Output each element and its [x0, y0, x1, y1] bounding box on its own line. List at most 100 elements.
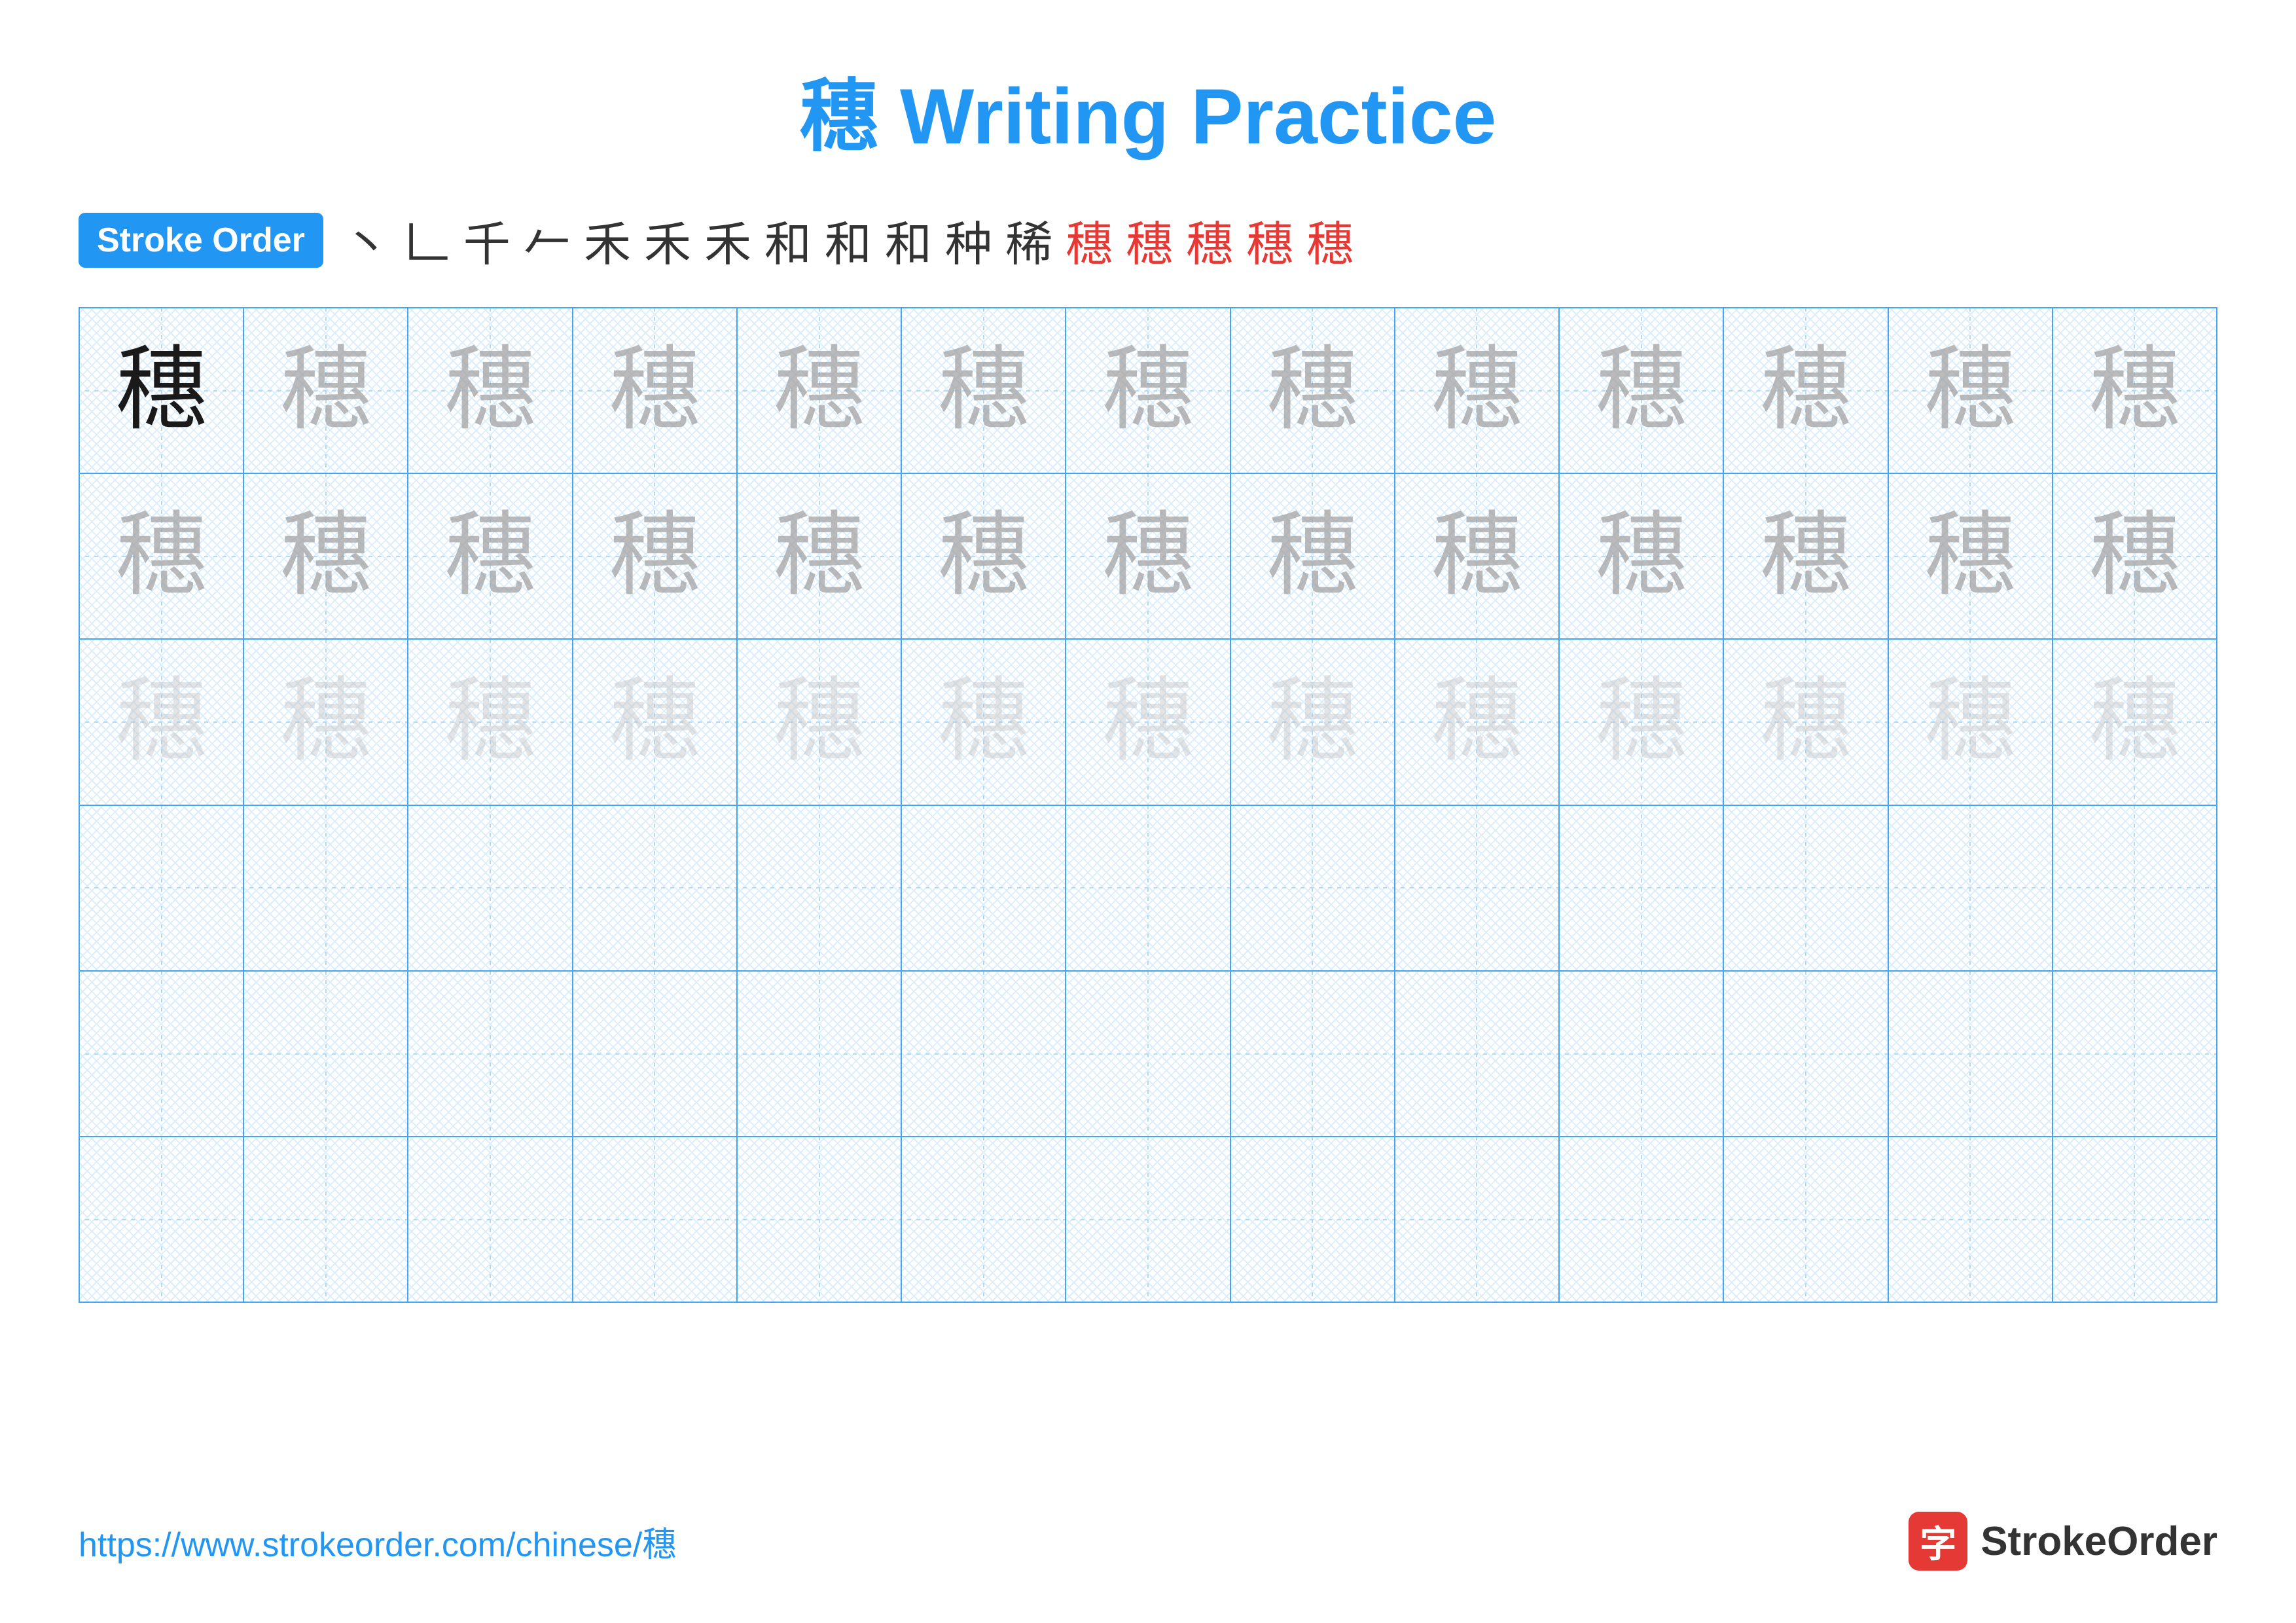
grid-cell-2-2[interactable]: 穗 [408, 640, 573, 804]
grid-cell-4-5[interactable] [902, 972, 1066, 1136]
grid-cell-2-11[interactable]: 穗 [1889, 640, 2053, 804]
cell-char-2-5: 穗 [938, 676, 1030, 768]
cell-char-2-9: 穗 [1596, 676, 1687, 768]
grid-cell-3-11[interactable] [1889, 806, 2053, 970]
grid-cell-0-0[interactable]: 穗 [80, 308, 244, 473]
grid-cell-4-12[interactable] [2053, 972, 2216, 1136]
grid-cell-5-7[interactable] [1231, 1137, 1395, 1302]
cell-char-1-6: 穗 [1102, 511, 1194, 602]
grid-cell-0-1[interactable]: 穗 [244, 308, 408, 473]
grid-cell-0-5[interactable]: 穗 [902, 308, 1066, 473]
page: 穗 Writing Practice Stroke Order 丶𠃊千𠂉禾禾禾和… [0, 0, 2296, 1623]
grid-cell-0-7[interactable]: 穗 [1231, 308, 1395, 473]
grid-cell-3-3[interactable] [573, 806, 738, 970]
grid-cell-4-8[interactable] [1395, 972, 1560, 1136]
grid-cell-3-8[interactable] [1395, 806, 1560, 970]
stroke-char-16: 穗 [1306, 206, 1354, 274]
grid-cell-2-0[interactable]: 穗 [80, 640, 244, 804]
grid-cell-0-3[interactable]: 穗 [573, 308, 738, 473]
grid-cell-2-8[interactable]: 穗 [1395, 640, 1560, 804]
grid-cell-0-2[interactable]: 穗 [408, 308, 573, 473]
grid-cell-2-12[interactable]: 穗 [2053, 640, 2216, 804]
grid-cell-1-5[interactable]: 穗 [902, 474, 1066, 638]
cell-char-0-6: 穗 [1102, 345, 1194, 437]
grid-cell-2-10[interactable]: 穗 [1724, 640, 1888, 804]
grid-cell-2-4[interactable]: 穗 [738, 640, 902, 804]
grid-cell-2-3[interactable]: 穗 [573, 640, 738, 804]
grid-cell-1-6[interactable]: 穗 [1066, 474, 1230, 638]
grid-cell-3-9[interactable] [1560, 806, 1724, 970]
grid-row-5 [80, 1137, 2216, 1302]
stroke-char-2: 千 [463, 206, 511, 274]
grid-cell-3-2[interactable] [408, 806, 573, 970]
grid-cell-1-2[interactable]: 穗 [408, 474, 573, 638]
grid-cell-5-11[interactable] [1889, 1137, 2053, 1302]
grid-cell-1-10[interactable]: 穗 [1724, 474, 1888, 638]
grid-cell-4-10[interactable] [1724, 972, 1888, 1136]
cell-char-2-4: 穗 [774, 676, 865, 768]
grid-cell-2-1[interactable]: 穗 [244, 640, 408, 804]
grid-cell-4-9[interactable] [1560, 972, 1724, 1136]
grid-row-0: 穗穗穗穗穗穗穗穗穗穗穗穗穗 [80, 308, 2216, 474]
stroke-chars-container: 丶𠃊千𠂉禾禾禾和和和种稀穗穗穗穗穗 [343, 206, 1354, 274]
grid-cell-0-6[interactable]: 穗 [1066, 308, 1230, 473]
grid-cell-4-4[interactable] [738, 972, 902, 1136]
grid-cell-2-6[interactable]: 穗 [1066, 640, 1230, 804]
grid-cell-5-3[interactable] [573, 1137, 738, 1302]
cell-char-0-1: 穗 [280, 345, 372, 437]
grid-cell-0-4[interactable]: 穗 [738, 308, 902, 473]
grid-cell-5-8[interactable] [1395, 1137, 1560, 1302]
grid-cell-4-7[interactable] [1231, 972, 1395, 1136]
stroke-char-4: 禾 [584, 206, 631, 274]
grid-cell-0-11[interactable]: 穗 [1889, 308, 2053, 473]
grid-cell-3-1[interactable] [244, 806, 408, 970]
grid-cell-2-9[interactable]: 穗 [1560, 640, 1724, 804]
grid-cell-1-9[interactable]: 穗 [1560, 474, 1724, 638]
cell-char-0-9: 穗 [1596, 345, 1687, 437]
grid-cell-5-12[interactable] [2053, 1137, 2216, 1302]
grid-cell-5-6[interactable] [1066, 1137, 1230, 1302]
grid-cell-3-4[interactable] [738, 806, 902, 970]
grid-cell-1-4[interactable]: 穗 [738, 474, 902, 638]
cell-char-0-0: 穗 [116, 345, 207, 437]
grid-cell-5-4[interactable] [738, 1137, 902, 1302]
grid-cell-3-0[interactable] [80, 806, 244, 970]
grid-cell-5-9[interactable] [1560, 1137, 1724, 1302]
grid-cell-3-5[interactable] [902, 806, 1066, 970]
cell-char-1-11: 穗 [1924, 511, 2016, 602]
grid-cell-2-7[interactable]: 穗 [1231, 640, 1395, 804]
cell-char-2-2: 穗 [444, 676, 536, 768]
grid-cell-4-0[interactable] [80, 972, 244, 1136]
stroke-char-6: 禾 [704, 206, 751, 274]
grid-cell-3-7[interactable] [1231, 806, 1395, 970]
grid-cell-1-12[interactable]: 穗 [2053, 474, 2216, 638]
grid-cell-1-3[interactable]: 穗 [573, 474, 738, 638]
grid-cell-5-10[interactable] [1724, 1137, 1888, 1302]
grid-cell-0-9[interactable]: 穗 [1560, 308, 1724, 473]
grid-cell-0-8[interactable]: 穗 [1395, 308, 1560, 473]
grid-cell-4-11[interactable] [1889, 972, 2053, 1136]
grid-cell-1-11[interactable]: 穗 [1889, 474, 2053, 638]
grid-cell-3-10[interactable] [1724, 806, 1888, 970]
grid-cell-3-6[interactable] [1066, 806, 1230, 970]
grid-cell-5-2[interactable] [408, 1137, 573, 1302]
grid-cell-4-2[interactable] [408, 972, 573, 1136]
grid-cell-3-12[interactable] [2053, 806, 2216, 970]
grid-cell-5-5[interactable] [902, 1137, 1066, 1302]
grid-row-1: 穗穗穗穗穗穗穗穗穗穗穗穗穗 [80, 474, 2216, 640]
footer-url[interactable]: https://www.strokeorder.com/chinese/穗 [79, 1517, 676, 1566]
grid-cell-4-6[interactable] [1066, 972, 1230, 1136]
grid-cell-0-10[interactable]: 穗 [1724, 308, 1888, 473]
grid-cell-1-1[interactable]: 穗 [244, 474, 408, 638]
grid-cell-4-3[interactable] [573, 972, 738, 1136]
grid-cell-2-5[interactable]: 穗 [902, 640, 1066, 804]
grid-cell-1-7[interactable]: 穗 [1231, 474, 1395, 638]
grid-row-4 [80, 972, 2216, 1137]
grid-cell-5-1[interactable] [244, 1137, 408, 1302]
grid-cell-1-8[interactable]: 穗 [1395, 474, 1560, 638]
grid-cell-0-12[interactable]: 穗 [2053, 308, 2216, 473]
grid-cell-5-0[interactable] [80, 1137, 244, 1302]
grid-cell-4-1[interactable] [244, 972, 408, 1136]
cell-char-1-10: 穗 [1760, 511, 1852, 602]
grid-cell-1-0[interactable]: 穗 [80, 474, 244, 638]
